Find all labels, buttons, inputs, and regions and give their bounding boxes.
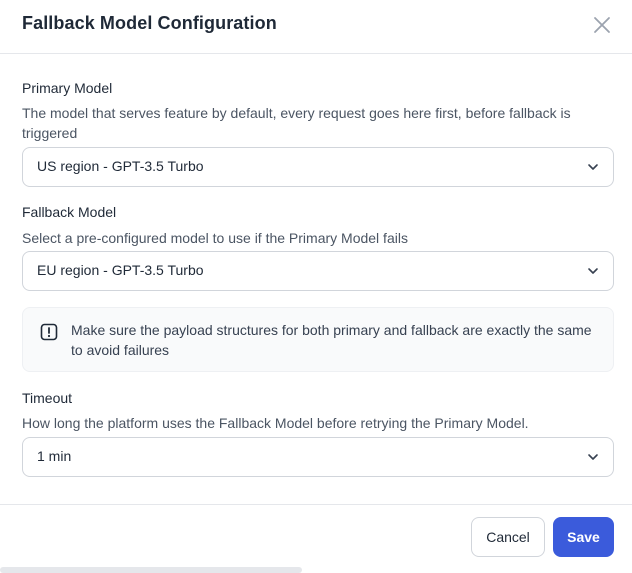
fallback-model-label: Fallback Model xyxy=(22,204,117,220)
dialog-title: Fallback Model Configuration xyxy=(22,13,277,33)
primary-model-description: The model that serves feature by default… xyxy=(22,105,571,141)
close-button[interactable] xyxy=(592,15,612,35)
horizontal-scrollbar[interactable] xyxy=(0,567,302,573)
timeout-label: Timeout xyxy=(22,390,73,406)
primary-model-value: US region - GPT-3.5 Turbo xyxy=(37,158,204,174)
fallback-model-select[interactable]: EU region - GPT-3.5 Turbo xyxy=(22,251,614,291)
notice-text: Make sure the payload structures for bot… xyxy=(71,322,592,358)
close-icon xyxy=(592,15,612,35)
fallback-model-value: EU region - GPT-3.5 Turbo xyxy=(37,262,204,278)
timeout-value: 1 min xyxy=(37,448,72,464)
payload-warning-notice: Make sure the payload structures for bot… xyxy=(22,307,614,372)
timeout-description: How long the platform uses the Fallback … xyxy=(22,415,529,431)
dialog-header: Fallback Model Configuration xyxy=(0,0,632,54)
dialog-footer: Cancel Save xyxy=(0,504,632,573)
primary-model-select[interactable]: US region - GPT-3.5 Turbo xyxy=(22,147,614,187)
chevron-down-icon xyxy=(587,161,599,173)
save-button[interactable]: Save xyxy=(553,517,614,557)
cancel-button[interactable]: Cancel xyxy=(471,517,545,557)
fallback-model-dialog: Fallback Model Configuration Primary Mod… xyxy=(0,0,632,573)
timeout-select[interactable]: 1 min xyxy=(22,437,614,477)
fallback-model-description: Select a pre-configured model to use if … xyxy=(22,230,408,246)
primary-model-label: Primary Model xyxy=(22,80,113,96)
chevron-down-icon xyxy=(587,451,599,463)
chevron-down-icon xyxy=(587,265,599,277)
alert-icon xyxy=(40,323,58,341)
